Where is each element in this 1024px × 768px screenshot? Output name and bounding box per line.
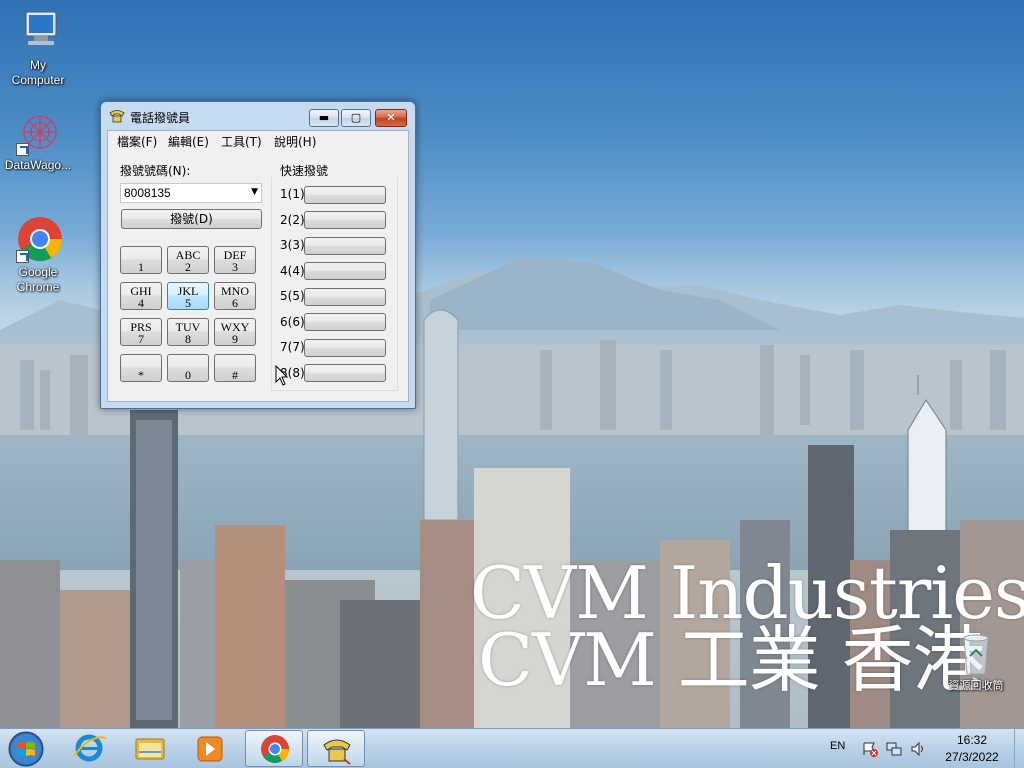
datawagon-icon <box>14 108 62 156</box>
speed-dial-label-7: 7(7) <box>280 340 305 354</box>
maximize-button[interactable]: ▢ <box>341 109 371 127</box>
clock-time[interactable]: 16:32 <box>940 733 1004 747</box>
keypad-key-7[interactable]: PRS 7 <box>120 318 162 346</box>
taskbar-phone-dialer[interactable] <box>307 730 365 767</box>
key-digit: 6 <box>232 296 238 310</box>
taskbar: EN 16:32 27/3/2022 <box>0 728 1024 768</box>
shortcut-arrow-icon <box>16 250 29 263</box>
speed-dial-label-2: 2(2) <box>280 213 305 227</box>
speed-dial-button-2[interactable] <box>304 211 386 229</box>
desktop-icon-label: My <box>30 58 46 72</box>
speed-dial-label-5: 5(5) <box>280 289 305 303</box>
action-center-icon[interactable] <box>862 741 878 757</box>
keypad-key-2[interactable]: ABC 2 <box>167 246 209 274</box>
show-desktop-button[interactable] <box>1014 729 1024 768</box>
taskbar-internet-explorer[interactable] <box>60 730 118 767</box>
taskbar-file-explorer[interactable] <box>121 730 179 767</box>
phone-dialer-window: 電話撥號員 ▬ ▢ ✕ 檔案(F) 編輯(E) 工具(T) 說明(H) 撥號號碼… <box>100 101 416 409</box>
keypad-key-1[interactable]: 1 <box>120 246 162 274</box>
key-digit: 3 <box>232 260 238 274</box>
speed-dial-button-4[interactable] <box>304 262 386 280</box>
desktop-icon-label: Google <box>18 265 58 279</box>
key-digit: 8 <box>185 332 191 346</box>
keypad-key-3[interactable]: DEF 3 <box>214 246 256 274</box>
key-digit: 7 <box>138 332 144 346</box>
volume-icon[interactable] <box>910 741 926 757</box>
key-digit: 9 <box>232 332 238 346</box>
menu-file[interactable]: 檔案(F) <box>117 133 157 150</box>
key-digit: 2 <box>185 260 191 274</box>
internet-explorer-icon <box>73 734 107 762</box>
close-icon: ✕ <box>386 111 396 124</box>
language-indicator[interactable]: EN <box>830 740 845 752</box>
window-client: 檔案(F) 編輯(E) 工具(T) 說明(H) 撥號號碼(N): 8008135… <box>107 130 409 402</box>
restore-icon: ▢ <box>350 111 362 124</box>
desktop-icon-datawagon[interactable]: DataWago... <box>1 108 75 173</box>
my-computer-icon <box>14 8 62 56</box>
keypad-key-8[interactable]: TUV 8 <box>167 318 209 346</box>
media-player-icon <box>197 736 223 762</box>
clock-date[interactable]: 27/3/2022 <box>940 750 1004 764</box>
speed-dial-label-1: 1(1) <box>280 187 305 201</box>
wallpaper-brand-line2: CVM 工業 香港 <box>478 618 985 702</box>
speed-dial-button-1[interactable] <box>304 186 386 204</box>
keypad-key-9[interactable]: WXY 9 <box>214 318 256 346</box>
chrome-icon <box>14 215 62 263</box>
minimize-icon: ▬ <box>318 111 330 124</box>
menu-bar: 檔案(F) 編輯(E) 工具(T) 說明(H) <box>108 131 408 150</box>
close-button[interactable]: ✕ <box>375 109 407 127</box>
dial-button[interactable]: 撥號(D) <box>121 209 262 229</box>
key-digit: 5 <box>185 296 191 310</box>
taskbar-chrome[interactable] <box>245 730 303 767</box>
key-digit: 0 <box>185 368 191 382</box>
recycle-bin-icon <box>956 632 996 676</box>
key-digit: 1 <box>138 260 144 274</box>
speed-dial-button-6[interactable] <box>304 313 386 331</box>
desktop-icon-label: 資源回收筒 <box>948 679 1004 692</box>
windows-logo-icon <box>8 731 44 767</box>
speed-dial-label-3: 3(3) <box>280 238 305 252</box>
menu-tools[interactable]: 工具(T) <box>221 133 262 150</box>
file-explorer-icon <box>135 738 165 760</box>
number-value: 8008135 <box>124 186 171 200</box>
speed-dial-button-7[interactable] <box>304 339 386 357</box>
desktop-icon-label: Chrome <box>16 280 60 294</box>
speed-dial-button-5[interactable] <box>304 288 386 306</box>
desktop-icon-chrome[interactable]: Google Chrome <box>1 215 75 295</box>
speed-dial-label-6: 6(6) <box>280 315 305 329</box>
desktop-icon-label: DataWago... <box>4 158 72 172</box>
key-digit: 4 <box>138 296 144 310</box>
keypad-key-hash[interactable]: # <box>214 354 256 382</box>
window-title: 電話撥號員 <box>130 111 191 125</box>
key-digit: # <box>232 368 238 382</box>
menu-help[interactable]: 說明(H) <box>274 133 316 150</box>
chevron-down-icon[interactable]: ▼ <box>251 187 258 197</box>
start-button[interactable] <box>6 730 46 768</box>
keypad-key-6[interactable]: MNO 6 <box>214 282 256 310</box>
minimize-button[interactable]: ▬ <box>309 109 339 127</box>
number-label: 撥號號碼(N): <box>120 164 191 178</box>
taskbar-media-player[interactable] <box>181 730 239 767</box>
network-icon[interactable] <box>886 741 902 757</box>
speed-dial-group <box>271 177 398 391</box>
keypad-key-star[interactable]: * <box>120 354 162 382</box>
keypad-key-0[interactable]: 0 <box>167 354 209 382</box>
number-combobox[interactable]: 8008135 ▼ <box>120 183 262 203</box>
phone-dialer-icon <box>323 739 351 765</box>
desktop-icon-recycle-bin[interactable]: 資源回收筒 <box>938 632 1014 693</box>
speed-dial-button-8[interactable] <box>304 364 386 382</box>
phone-dialer-icon <box>109 109 125 123</box>
desktop-icon-my-computer[interactable]: My Computer <box>1 8 75 88</box>
keypad-key-4[interactable]: GHI 4 <box>120 282 162 310</box>
speed-dial-button-3[interactable] <box>304 237 386 255</box>
chrome-icon <box>261 735 289 763</box>
mouse-cursor-icon <box>275 365 289 386</box>
keypad-key-5[interactable]: JKL 5 <box>167 282 209 310</box>
key-digit: * <box>138 368 144 382</box>
title-bar[interactable]: 電話撥號員 ▬ ▢ ✕ <box>101 102 415 130</box>
shortcut-arrow-icon <box>16 143 29 156</box>
menu-edit[interactable]: 編輯(E) <box>168 133 209 150</box>
desktop-icon-label: Computer <box>11 73 65 87</box>
speed-dial-label-4: 4(4) <box>280 264 305 278</box>
